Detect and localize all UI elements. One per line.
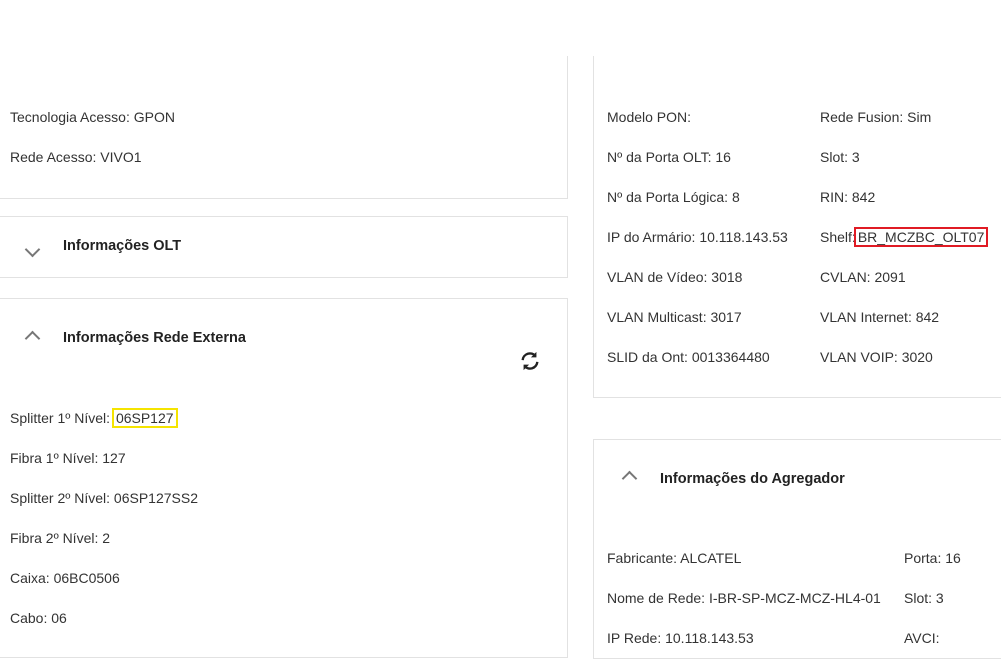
cabo: Cabo: 06 [10,610,67,626]
pon-field: Nº da Porta Lógica: 8 [607,189,740,205]
fibra1: Fibra 1º Nível: 127 [10,450,126,466]
pon-field: VLAN Internet: 842 [820,309,940,325]
splitter1: Splitter 1º Nível: 06SP127 [10,408,178,428]
agregador-field: Porta: 16 [904,550,961,566]
acesso-card [0,56,568,199]
shelf-label: Shelf: [820,229,856,245]
pon-field: Modelo PON: [607,109,692,125]
pon-field: VLAN Multicast: 3017 [607,309,742,325]
pon-field: Rede Fusion: Sim [820,109,932,125]
agregador-field: IP Rede: 10.118.143.53 [607,630,754,646]
agregador-field: Slot: 3 [904,590,944,606]
pon-field: VLAN de Vídeo: 3018 [607,269,743,285]
shelf: Shelf: BR_MCZBC_OLT07 [820,227,989,247]
pon-field: SLID da Ont: 0013364480 [607,349,770,365]
splitter2: Splitter 2º Nível: 06SP127SS2 [10,490,198,506]
rede-acesso: Rede Acesso: VIVO1 [10,149,142,165]
pon-field: Slot: 3 [820,149,860,165]
tecnologia-acesso: Tecnologia Acesso: GPON [10,109,175,125]
agregador-field: Nome de Rede: I-BR-SP-MCZ-MCZ-HL4-01 [607,590,881,606]
caixa: Caixa: 06BC0506 [10,570,120,586]
pon-field: RIN: 842 [820,189,876,205]
pon-field: CVLAN: 2091 [820,269,906,285]
olt-title[interactable]: Informações OLT [63,236,181,256]
pon-field: VLAN VOIP: 3020 [820,349,933,365]
agregador-field: AVCI: [904,630,940,646]
rede-externa-panel [0,298,568,658]
agregador-title[interactable]: Informações do Agregador [660,469,845,489]
splitter1-label: Splitter 1º Nível: [10,410,114,426]
fibra2: Fibra 2º Nível: 2 [10,530,111,546]
pon-field: IP do Armário: 10.118.143.53 [607,229,788,245]
agregador-field: Fabricante: ALCATEL [607,550,742,566]
splitter1-value: 06SP127 [111,408,178,428]
refresh-icon[interactable] [519,350,541,372]
shelf-value: BR_MCZBC_OLT07 [853,227,989,247]
rede-externa-title[interactable]: Informações Rede Externa [63,328,246,348]
pon-field: Nº da Porta OLT: 16 [607,149,731,165]
